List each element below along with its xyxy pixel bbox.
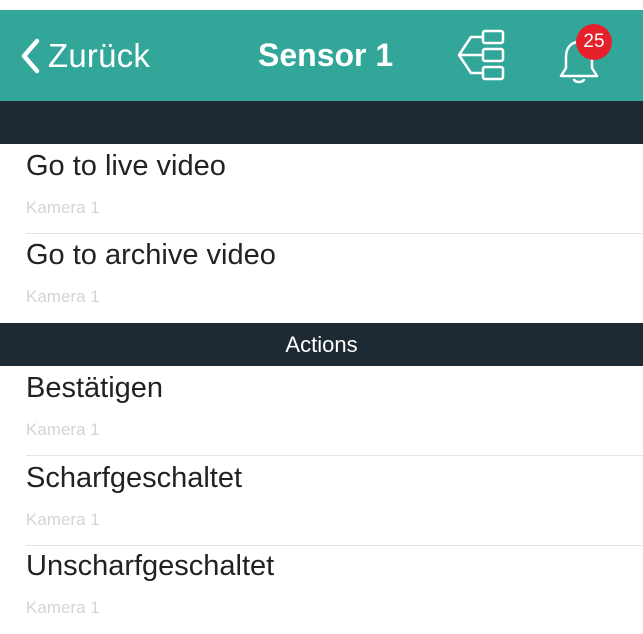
list-item[interactable]: Unscharfgeschaltet Kamera 1 (0, 544, 643, 634)
list-item[interactable]: Go to archive video Kamera 1 (0, 233, 643, 323)
section-header (0, 101, 643, 144)
list-item-title: Unscharfgeschaltet (26, 550, 275, 582)
list-item-title: Go to archive video (26, 239, 276, 271)
page-title: Sensor 1 (258, 37, 394, 73)
navigation-bar: Zurück Sensor 1 25 (0, 10, 643, 101)
notification-badge: 25 (576, 24, 612, 60)
list-item[interactable]: Scharfgeschaltet Kamera 1 (0, 456, 643, 546)
tree-structure-icon[interactable] (453, 27, 509, 83)
list-item-subtitle: Kamera 1 (26, 598, 100, 617)
list-item[interactable]: Bestätigen Kamera 1 (0, 366, 643, 456)
list-item-subtitle: Kamera 1 (26, 287, 100, 306)
notifications-button[interactable]: 25 (556, 24, 620, 90)
list-item-title: Scharfgeschaltet (26, 462, 243, 494)
list-item-subtitle: Kamera 1 (26, 420, 100, 439)
list-item[interactable]: Go to live video Kamera 1 (0, 144, 643, 234)
back-button[interactable]: Zurück (20, 10, 150, 101)
list-item-subtitle: Kamera 1 (26, 198, 100, 217)
list-item-subtitle: Kamera 1 (26, 510, 100, 529)
list-item-title: Bestätigen (26, 372, 164, 404)
chevron-left-icon (20, 38, 40, 74)
section-header: Actions (0, 323, 643, 366)
status-bar-area (0, 0, 643, 10)
back-label: Zurück (48, 36, 151, 74)
list-item-title: Go to live video (26, 150, 226, 182)
